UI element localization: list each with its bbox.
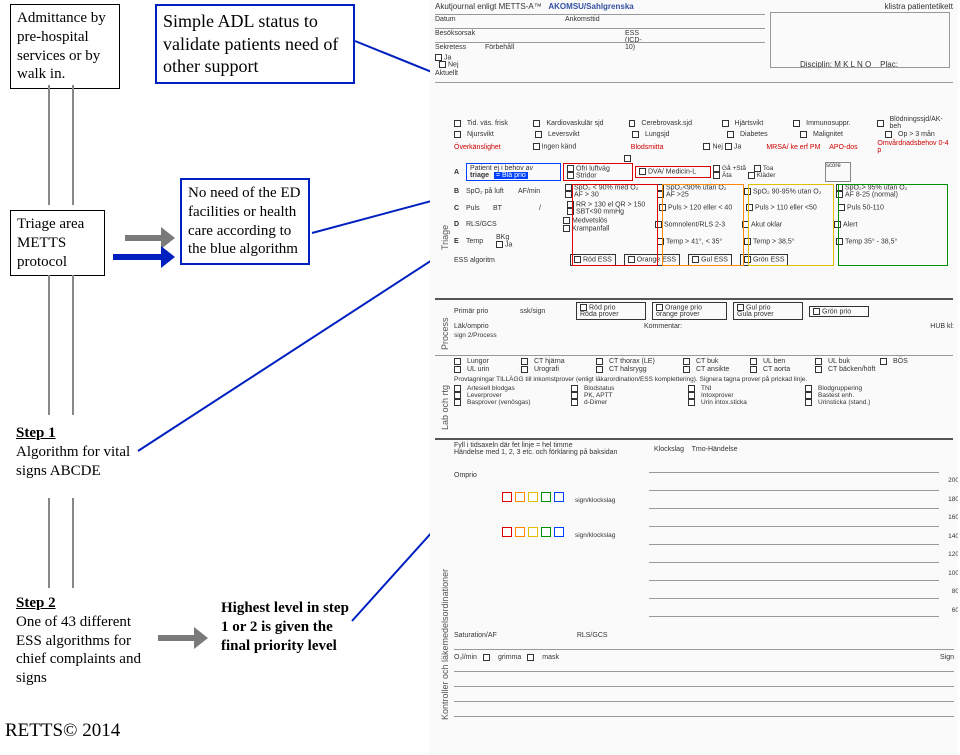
annotation-ed: No need of the ED facilities or health c…	[180, 178, 310, 265]
footer-copyright: RETTS© 2014	[5, 720, 120, 742]
step2-heading: Step 2	[16, 595, 56, 611]
connector-line	[72, 85, 74, 205]
label: Aktuellt	[435, 70, 458, 77]
annotation-adl: Simple ADL status to validate patients n…	[155, 4, 355, 84]
gray-arrow	[158, 627, 208, 649]
step1-heading: Step 1	[16, 425, 56, 441]
highest-text: Highest level in step 1 or 2 is given th…	[221, 600, 349, 654]
connector-line	[48, 498, 50, 588]
label: Sekretess	[435, 44, 466, 51]
label: Datum	[435, 16, 456, 23]
blue-arrow	[113, 246, 175, 268]
process-label-vertical: Process	[440, 317, 450, 350]
label: Ja	[444, 54, 451, 61]
annotation-step2: Step 2 One of 43 different ESS algorithm…	[10, 590, 150, 692]
connector-line	[48, 275, 50, 415]
form-note: klistra patientetikett	[885, 2, 953, 11]
label: Ankomsttid	[565, 16, 600, 23]
form-logo: AKOMSU/Sahlgrenska	[548, 2, 633, 11]
step2-text: One of 43 different ESS algorithms for c…	[16, 614, 141, 686]
annotation-step1: Step 1 Algorithm for vital signs ABCDE	[10, 420, 140, 484]
form-title: Akutjournal enligt METTS-A™	[435, 2, 542, 11]
annotation-text: Admittance by pre-hospital services or b…	[17, 10, 106, 82]
pointer-line	[137, 254, 440, 452]
kontroller-label-vertical: Kontroller och läkemedelsordinationer	[440, 569, 450, 720]
connector-line	[72, 275, 74, 415]
label: ESS (ICD-10)	[625, 30, 642, 51]
label: Nej	[448, 62, 459, 69]
connector-line	[48, 85, 50, 205]
label: Förbehåll	[485, 44, 514, 51]
connector-line	[72, 498, 74, 588]
annotation-triage-area: Triage area METTS protocol	[10, 210, 105, 276]
step1-text: Algorithm for vital signs ABCDE	[16, 444, 130, 479]
annotation-text: Triage area METTS protocol	[17, 216, 84, 270]
labrtg-label-vertical: Lab och rtg	[440, 385, 450, 430]
annotation-text: Simple ADL status to validate patients n…	[163, 11, 338, 76]
triage-label-vertical: Triage	[440, 225, 450, 250]
annotation-highest: Highest level in step 1 or 2 is given th…	[215, 595, 355, 659]
annotation-text: No need of the ED facilities or health c…	[188, 185, 300, 257]
annotation-admittance: Admittance by pre-hospital services or b…	[10, 4, 120, 89]
metts-form: Akutjournal enligt METTS-A™ AKOMSU/Sahlg…	[430, 0, 958, 755]
label: Besöksorsak	[435, 30, 475, 37]
